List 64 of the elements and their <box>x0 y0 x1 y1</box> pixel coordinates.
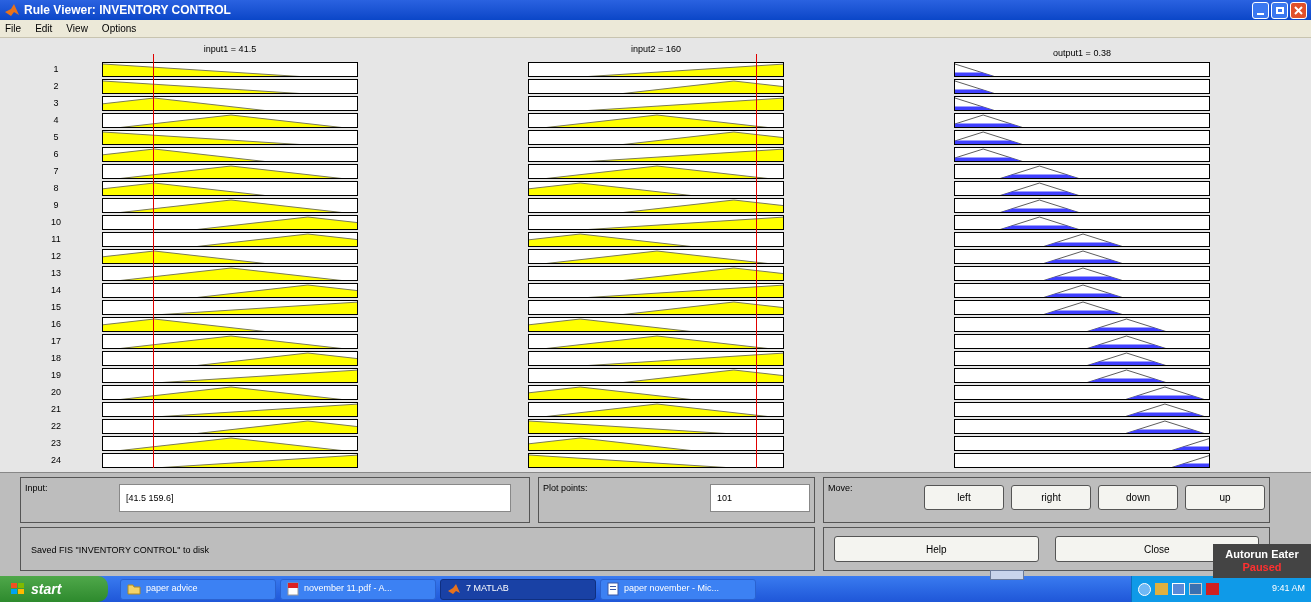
rule-number: 9 <box>52 198 60 212</box>
expand-icon[interactable] <box>1138 582 1151 596</box>
rule-number: 3 <box>52 96 60 110</box>
rule-number: 7 <box>52 164 60 178</box>
status-message: Saved FIS "INVENTORY CONTROL" to disk <box>31 545 209 555</box>
rule-number: 23 <box>50 436 62 450</box>
variable-label: input2 = 160 <box>631 43 681 57</box>
restore-button[interactable] <box>1271 1 1288 19</box>
document-icon <box>607 582 619 596</box>
overlay-state: Paused <box>1242 562 1282 573</box>
menu-item[interactable]: File <box>5 21 22 36</box>
rule-number: 8 <box>52 181 60 195</box>
menu-item[interactable]: Options <box>101 21 137 36</box>
resize-handle[interactable] <box>990 570 1024 580</box>
push-button[interactable]: right <box>1011 485 1091 510</box>
input-marker-line[interactable] <box>755 54 757 468</box>
push-button[interactable]: left <box>924 485 1004 510</box>
rule-number: 15 <box>50 300 62 314</box>
rule-number: 6 <box>52 147 60 161</box>
rule-number: 16 <box>50 317 62 331</box>
taskbar-button[interactable]: november 11.pdf - A... <box>280 578 436 600</box>
input-label: Input: <box>25 482 49 495</box>
taskbar-button[interactable]: paper advice <box>120 578 276 600</box>
tray-icon[interactable] <box>1189 583 1202 595</box>
move-label: Move: <box>828 482 854 495</box>
rule-number: 1 <box>52 62 60 76</box>
matlab-logo-icon <box>4 3 20 17</box>
rule-number: 22 <box>50 419 62 433</box>
input-field[interactable]: [41.5 159.6] <box>119 484 511 512</box>
menu-item[interactable]: View <box>66 21 88 36</box>
window-title: Rule Viewer: INVENTORY CONTROL <box>24 2 231 19</box>
start-button[interactable]: start <box>0 576 108 602</box>
menu-item[interactable]: Edit <box>35 21 53 36</box>
taskbar-button[interactable]: 7 MATLAB <box>440 578 596 600</box>
rule-number: 24 <box>50 453 62 467</box>
rule-number: 17 <box>50 334 62 348</box>
rule-number: 14 <box>50 283 62 297</box>
variable-label: output1 = 0.38 <box>1053 46 1111 60</box>
variable-label: input1 = 41.5 <box>203 43 257 57</box>
clock: 9:41 AM <box>1271 582 1305 596</box>
push-button[interactable]: down <box>1098 485 1178 510</box>
push-button[interactable]: Help <box>834 536 1039 562</box>
rule-number: 19 <box>50 368 62 382</box>
input-marker-line[interactable] <box>153 54 155 468</box>
rule-number: 13 <box>50 266 62 280</box>
rule-number: 4 <box>52 113 60 127</box>
minimize-button[interactable] <box>1252 1 1269 19</box>
rule-number: 21 <box>50 402 62 416</box>
rule-number: 20 <box>50 385 62 399</box>
rule-number: 10 <box>50 215 62 229</box>
rule-number: 2 <box>52 79 60 93</box>
taskbar-button[interactable]: paper november - Mic... <box>600 578 756 600</box>
folder-icon <box>127 583 141 595</box>
rule-number: 11 <box>50 232 62 246</box>
plot-points-field[interactable]: 101 <box>710 484 810 512</box>
close-icon[interactable] <box>1290 1 1307 19</box>
matlab-logo-icon <box>447 583 461 595</box>
rule-number: 5 <box>52 130 60 144</box>
rule-number: 18 <box>50 351 62 365</box>
push-button[interactable]: up <box>1185 485 1265 510</box>
document-icon <box>287 582 299 596</box>
plot-points-label: Plot points: <box>543 482 588 495</box>
rule-number: 12 <box>50 249 62 263</box>
windows-logo-icon <box>10 582 26 596</box>
